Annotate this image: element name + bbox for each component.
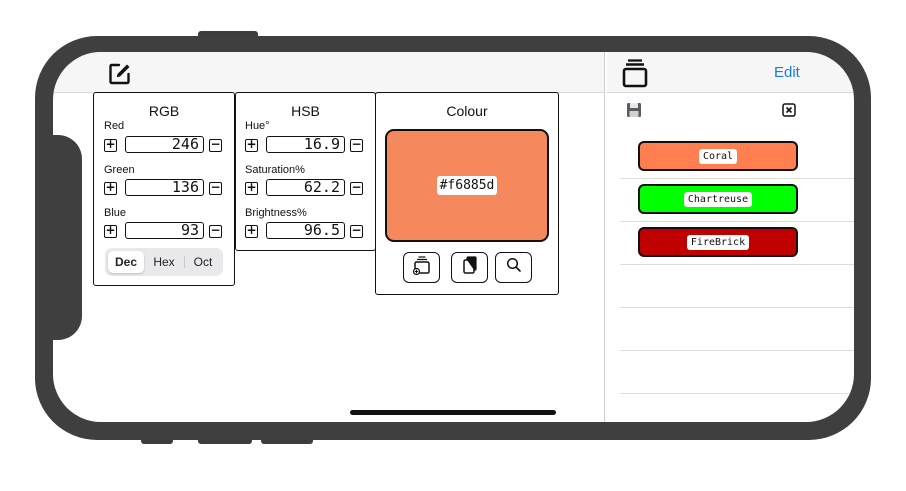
hue-increment-button[interactable]: + <box>245 138 258 152</box>
list-separator <box>620 350 854 351</box>
saturation-decrement-button[interactable]: − <box>350 181 363 195</box>
saved-colour-label: Chartreuse <box>683 191 753 207</box>
add-to-stack-button[interactable] <box>403 252 440 283</box>
app-screen: Edit Coral Chartreuse FireBrick RGB Red … <box>53 52 854 422</box>
hex-value-label[interactable]: #f6885d <box>436 176 498 195</box>
saved-colour-firebrick[interactable]: FireBrick <box>638 227 798 257</box>
number-format-segmented: Dec Hex Oct <box>105 248 223 276</box>
blue-increment-button[interactable]: + <box>104 224 117 238</box>
blue-decrement-button[interactable]: − <box>209 224 222 238</box>
list-separator <box>620 264 854 265</box>
add-stack-icon <box>412 255 432 280</box>
hue-value-field[interactable]: 16.9 <box>266 136 345 153</box>
hsb-title: HSB <box>291 103 320 119</box>
green-label: Green <box>104 164 135 176</box>
saturation-increment-button[interactable]: + <box>245 181 258 195</box>
brightness-label: Brightness% <box>245 207 307 219</box>
green-increment-button[interactable]: + <box>104 181 117 195</box>
brightness-decrement-button[interactable]: − <box>350 224 363 238</box>
search-icon <box>505 256 523 279</box>
red-value-field[interactable]: 246 <box>125 136 204 153</box>
copy-button[interactable] <box>451 252 488 283</box>
red-increment-button[interactable]: + <box>104 138 117 152</box>
blue-value-field[interactable]: 93 <box>125 222 204 239</box>
save-icon[interactable] <box>626 102 642 118</box>
hsb-panel: HSB Hue° + 16.9 − Saturation% + 62.2 − B… <box>235 92 376 251</box>
saved-colour-chartreuse[interactable]: Chartreuse <box>638 184 798 214</box>
saved-colour-label: Coral <box>698 148 738 164</box>
green-decrement-button[interactable]: − <box>209 181 222 195</box>
saved-colour-label: FireBrick <box>686 234 750 250</box>
saturation-value-field[interactable]: 62.2 <box>266 179 345 196</box>
red-label: Red <box>104 120 125 132</box>
saved-colour-coral[interactable]: Coral <box>638 141 798 171</box>
close-box-icon[interactable] <box>782 103 796 117</box>
copy-icon <box>460 255 480 280</box>
compose-icon[interactable] <box>108 62 132 86</box>
list-separator <box>620 221 854 222</box>
list-separator <box>620 307 854 308</box>
rgb-panel: RGB Red + 246 − Green + 136 − Blue + 93 … <box>93 92 235 286</box>
rgb-title: RGB <box>148 103 180 119</box>
search-button[interactable] <box>495 252 532 283</box>
brightness-value-field[interactable]: 96.5 <box>266 222 345 239</box>
colour-swatch: #f6885d <box>385 129 549 242</box>
colour-title: Colour <box>446 103 488 119</box>
stack-icon[interactable] <box>620 58 650 88</box>
green-value-field[interactable]: 136 <box>125 179 204 196</box>
segment-oct[interactable]: Oct <box>185 251 221 273</box>
list-separator <box>620 178 854 179</box>
edit-button[interactable]: Edit <box>774 64 800 81</box>
colour-panel: Colour #f6885d <box>375 92 559 295</box>
hue-decrement-button[interactable]: − <box>350 138 363 152</box>
home-indicator[interactable] <box>350 410 556 415</box>
red-decrement-button[interactable]: − <box>209 138 222 152</box>
split-divider <box>604 52 605 422</box>
blue-label: Blue <box>104 207 127 219</box>
brightness-increment-button[interactable]: + <box>245 224 258 238</box>
phone-notch <box>35 135 82 340</box>
hue-label: Hue° <box>245 120 270 132</box>
saturation-label: Saturation% <box>245 164 305 176</box>
segment-hex[interactable]: Hex <box>145 251 183 273</box>
list-separator <box>620 393 854 394</box>
main-navbar <box>53 52 604 93</box>
segment-dec[interactable]: Dec <box>108 251 144 273</box>
